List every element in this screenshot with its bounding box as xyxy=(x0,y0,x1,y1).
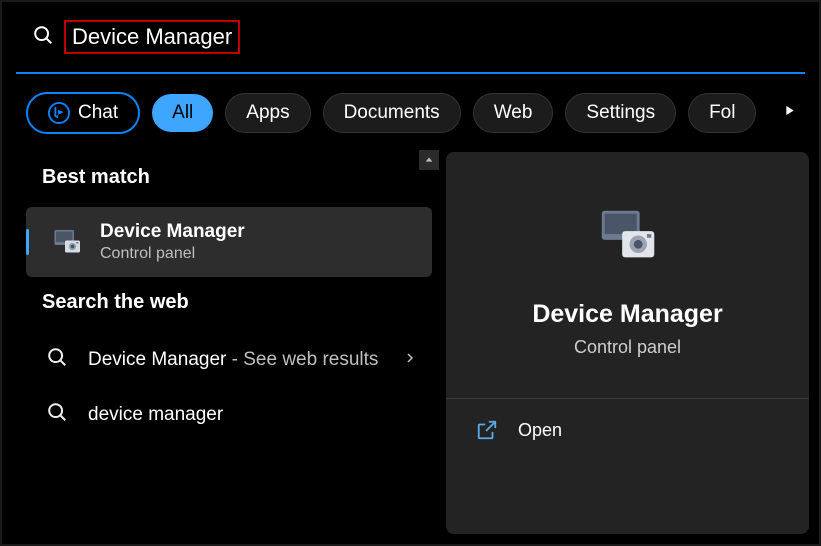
open-icon xyxy=(476,419,498,441)
best-match-subtitle: Control panel xyxy=(100,245,245,263)
details-subtitle: Control panel xyxy=(574,337,681,358)
action-open-label: Open xyxy=(518,420,562,441)
scroll-right-icon[interactable] xyxy=(781,102,797,125)
search-icon xyxy=(46,346,68,373)
chevron-right-icon xyxy=(404,351,416,369)
best-match-title: Device Manager xyxy=(100,221,245,243)
filter-web[interactable]: Web xyxy=(473,93,554,133)
details-title: Device Manager xyxy=(532,300,722,329)
web-result-text: Device Manager - See web results xyxy=(88,349,378,371)
filter-documents[interactable]: Documents xyxy=(323,93,461,133)
web-result-title: Device Manager xyxy=(88,349,226,370)
results-panel: Best match Device Manager Control panel … xyxy=(26,152,436,534)
filter-apps[interactable]: Apps xyxy=(225,93,310,133)
best-match-text: Device Manager Control panel xyxy=(100,221,245,263)
filter-chat-label: Chat xyxy=(78,102,118,124)
details-panel: Device Manager Control panel Open xyxy=(446,152,809,534)
search-bar xyxy=(2,2,819,72)
search-web-header: Search the web xyxy=(26,277,436,332)
web-result-title: device manager xyxy=(88,404,223,425)
web-result-suffix: - See web results xyxy=(226,349,378,370)
best-match-result[interactable]: Device Manager Control panel xyxy=(26,207,432,277)
scroll-up-button[interactable] xyxy=(419,150,439,170)
action-open[interactable]: Open xyxy=(446,399,809,461)
device-manager-icon xyxy=(50,224,86,260)
filter-all[interactable]: All xyxy=(152,94,213,132)
filter-settings[interactable]: Settings xyxy=(565,93,676,133)
filter-row: Chat All Apps Documents Web Settings Fol xyxy=(2,74,819,152)
web-result-text: device manager xyxy=(88,404,223,426)
content-area: Best match Device Manager Control panel … xyxy=(2,152,819,534)
search-icon xyxy=(46,401,68,428)
filter-folders[interactable]: Fol xyxy=(688,93,756,133)
best-match-header: Best match xyxy=(26,152,436,207)
search-highlight-box xyxy=(64,20,240,54)
search-input[interactable] xyxy=(72,24,232,50)
web-result-0[interactable]: Device Manager - See web results xyxy=(26,332,436,387)
search-icon xyxy=(32,24,54,51)
web-result-1[interactable]: device manager xyxy=(26,387,436,442)
bing-icon xyxy=(48,102,70,124)
device-manager-icon-large xyxy=(588,202,668,272)
filter-chat[interactable]: Chat xyxy=(26,92,140,134)
